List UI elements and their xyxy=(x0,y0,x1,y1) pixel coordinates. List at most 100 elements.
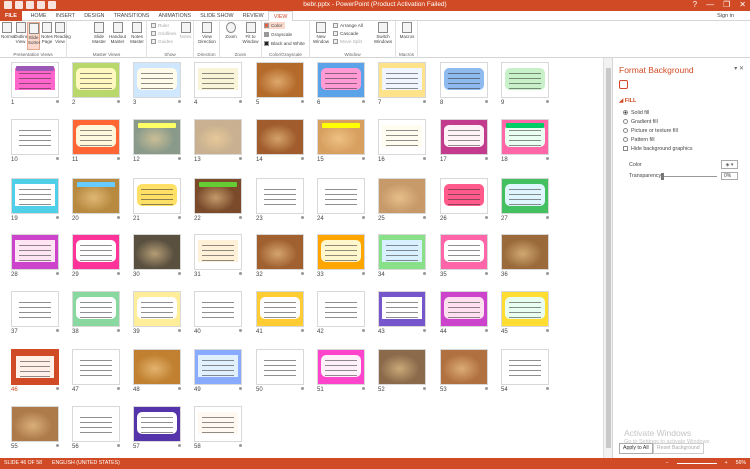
slide-thumbnail[interactable]: 58 xyxy=(194,406,242,450)
transition-star-icon[interactable] xyxy=(301,329,304,332)
transition-star-icon[interactable] xyxy=(362,100,365,103)
slide-thumbnail[interactable]: 6 xyxy=(317,62,365,106)
arrange-all-button[interactable]: Arrange All xyxy=(333,22,363,29)
transition-star-icon[interactable] xyxy=(301,157,304,160)
transition-star-icon[interactable] xyxy=(178,216,181,219)
fill-section-header[interactable]: ◢ FILL xyxy=(619,98,636,104)
slide-thumbnail[interactable]: 50 xyxy=(256,349,304,393)
slide-thumbnail[interactable]: 31 xyxy=(194,234,242,278)
slide-thumbnail[interactable]: 30 xyxy=(133,234,181,278)
transition-star-icon[interactable] xyxy=(117,216,120,219)
transition-star-icon[interactable] xyxy=(239,329,242,332)
transition-star-icon[interactable] xyxy=(56,216,59,219)
black-and-white-button[interactable]: Black and White xyxy=(264,40,305,47)
slide-sorter-area[interactable]: 1 2 3 4 5 6 7 8 9 10 11 12 13 14 15 16 17 18 19 20 21 22 23 24 2… xyxy=(0,58,603,458)
handout-master-button[interactable]: Handout Master xyxy=(108,22,127,44)
slide-thumbnail[interactable]: 49 xyxy=(194,349,242,393)
slide-thumbnail[interactable]: 51 xyxy=(317,349,365,393)
transition-star-icon[interactable] xyxy=(117,329,120,332)
slide-thumbnail[interactable]: 56 xyxy=(72,406,120,450)
transition-star-icon[interactable] xyxy=(56,444,59,447)
transition-star-icon[interactable] xyxy=(301,216,304,219)
gridlines-checkbox[interactable]: Gridlines xyxy=(151,30,177,37)
slide-thumbnail[interactable]: 22 xyxy=(194,178,242,222)
slide-thumbnail[interactable]: 44 xyxy=(440,291,488,335)
transition-star-icon[interactable] xyxy=(178,272,181,275)
slide-thumbnail[interactable]: 36 xyxy=(501,234,549,278)
slide-thumbnail[interactable]: 11 xyxy=(72,119,120,163)
transition-star-icon[interactable] xyxy=(56,272,59,275)
transition-star-icon[interactable] xyxy=(178,157,181,160)
slide-thumbnail[interactable]: 52 xyxy=(378,349,426,393)
transition-star-icon[interactable] xyxy=(239,100,242,103)
pane-options-icon[interactable]: ▾ xyxy=(734,66,737,72)
transition-star-icon[interactable] xyxy=(423,216,426,219)
slide-thumbnail[interactable]: 26 xyxy=(440,178,488,222)
guides-checkbox[interactable]: Guides xyxy=(151,38,173,45)
slide-thumbnail[interactable]: 38 xyxy=(72,291,120,335)
slide-thumbnail[interactable]: 16 xyxy=(378,119,426,163)
transition-star-icon[interactable] xyxy=(546,100,549,103)
reading-view-button[interactable]: Reading View xyxy=(54,22,71,44)
ruler-checkbox[interactable]: Ruler xyxy=(151,22,169,29)
slide-thumbnail[interactable]: 53 xyxy=(440,349,488,393)
notes-page-button[interactable]: Notes Page xyxy=(41,22,53,44)
transition-star-icon[interactable] xyxy=(301,100,304,103)
slide-thumbnail[interactable]: 39 xyxy=(133,291,181,335)
transition-star-icon[interactable] xyxy=(117,444,120,447)
transition-star-icon[interactable] xyxy=(117,387,120,390)
slide-thumbnail[interactable]: 54 xyxy=(501,349,549,393)
transition-star-icon[interactable] xyxy=(546,329,549,332)
transition-star-icon[interactable] xyxy=(546,216,549,219)
picture-fill-radio[interactable]: Picture or texture fill xyxy=(623,128,678,134)
transition-star-icon[interactable] xyxy=(239,216,242,219)
transition-star-icon[interactable] xyxy=(178,329,181,332)
transition-star-icon[interactable] xyxy=(546,387,549,390)
gradient-fill-radio[interactable]: Gradient fill xyxy=(623,119,658,125)
slide-thumbnail[interactable]: 14 xyxy=(256,119,304,163)
zoom-in-icon[interactable]: + xyxy=(725,458,728,469)
slide-thumbnail[interactable]: 7 xyxy=(378,62,426,106)
transition-star-icon[interactable] xyxy=(485,100,488,103)
slide-thumbnail[interactable]: 55 xyxy=(11,406,59,450)
transition-star-icon[interactable] xyxy=(423,100,426,103)
transition-star-icon[interactable] xyxy=(485,272,488,275)
transition-star-icon[interactable] xyxy=(301,387,304,390)
file-tab[interactable]: FILE xyxy=(0,11,22,21)
slide-thumbnail[interactable]: 35 xyxy=(440,234,488,278)
transition-star-icon[interactable] xyxy=(239,387,242,390)
transition-star-icon[interactable] xyxy=(423,329,426,332)
sign-in-link[interactable]: Sign in xyxy=(717,11,734,21)
slide-thumbnail[interactable]: 33 xyxy=(317,234,365,278)
transition-star-icon[interactable] xyxy=(117,157,120,160)
transition-star-icon[interactable] xyxy=(56,387,59,390)
transition-star-icon[interactable] xyxy=(301,272,304,275)
transition-star-icon[interactable] xyxy=(239,444,242,447)
move-split-button[interactable]: Move Split xyxy=(333,38,362,45)
transition-star-icon[interactable] xyxy=(178,444,181,447)
transition-star-icon[interactable] xyxy=(117,272,120,275)
slide-thumbnail[interactable]: 46 xyxy=(11,349,59,393)
minimize-icon[interactable]: — xyxy=(706,0,714,9)
solid-fill-radio[interactable]: Solid fill xyxy=(623,110,649,116)
slide-thumbnail[interactable]: 3 xyxy=(133,62,181,106)
notes-master-button[interactable]: Notes Master xyxy=(128,22,146,44)
close-icon[interactable]: ✕ xyxy=(739,0,746,9)
slide-thumbnail[interactable]: 8 xyxy=(440,62,488,106)
transition-star-icon[interactable] xyxy=(423,387,426,390)
slide-thumbnail[interactable]: 20 xyxy=(72,178,120,222)
slide-thumbnail[interactable]: 13 xyxy=(194,119,242,163)
sorter-scrollbar[interactable] xyxy=(603,58,612,458)
transition-star-icon[interactable] xyxy=(362,272,365,275)
slide-thumbnail[interactable]: 4 xyxy=(194,62,242,106)
slide-thumbnail[interactable]: 47 xyxy=(72,349,120,393)
transition-star-icon[interactable] xyxy=(546,157,549,160)
restore-icon[interactable]: ❐ xyxy=(723,0,730,9)
transparency-slider-knob[interactable] xyxy=(661,173,664,180)
transition-star-icon[interactable] xyxy=(485,157,488,160)
transition-star-icon[interactable] xyxy=(485,216,488,219)
slide-thumbnail[interactable]: 5 xyxy=(256,62,304,106)
slide-thumbnail[interactable]: 48 xyxy=(133,349,181,393)
language-indicator[interactable]: ENGLISH (UNITED STATES) xyxy=(52,458,120,469)
color-button[interactable]: Color xyxy=(264,22,286,29)
